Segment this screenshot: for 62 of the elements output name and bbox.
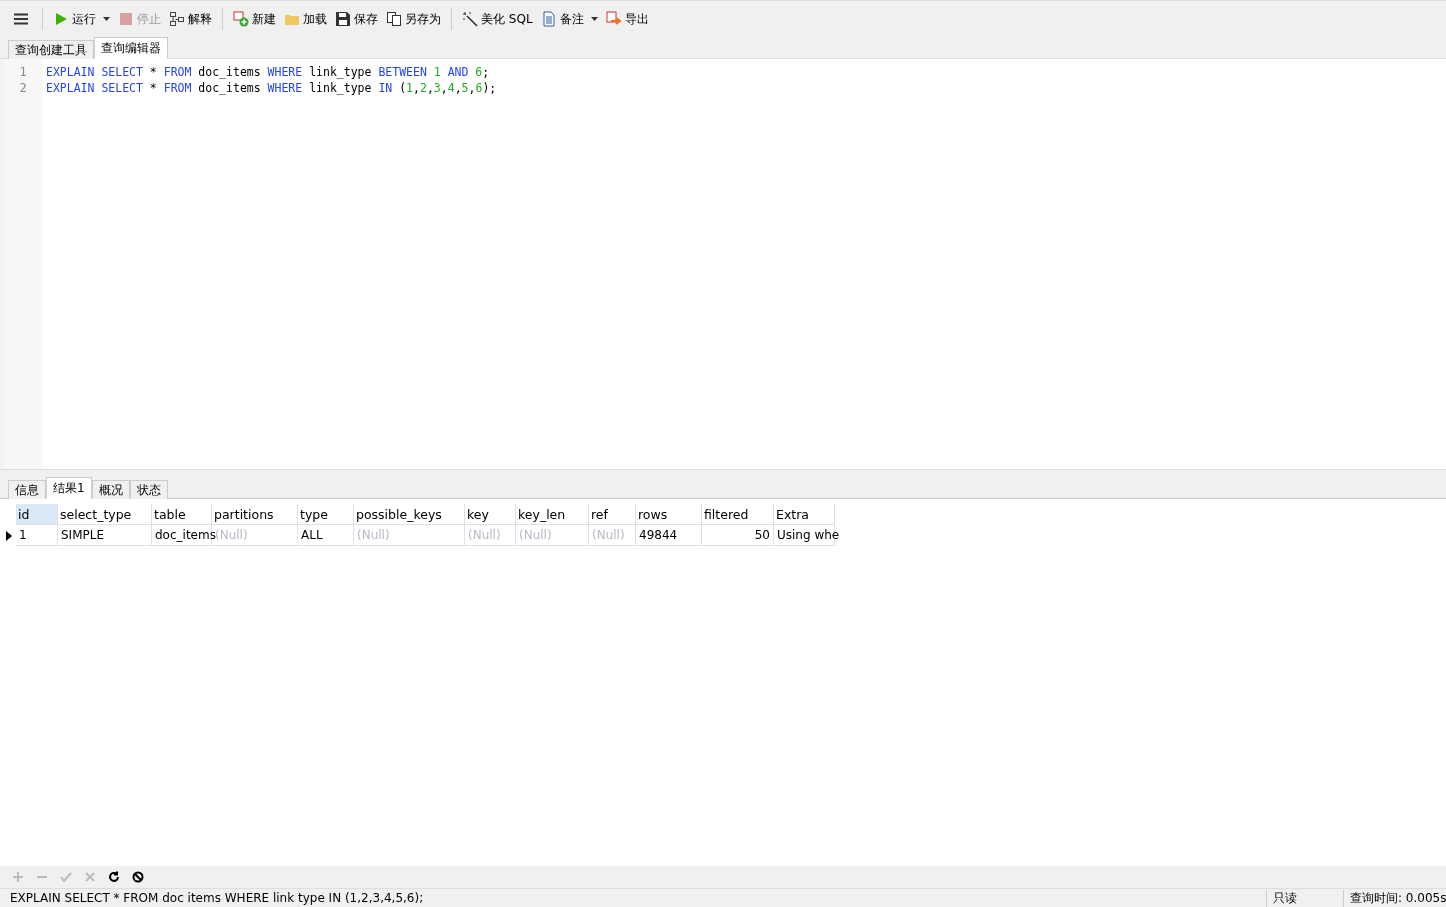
play-icon	[53, 11, 69, 27]
column-header[interactable]: partitions	[212, 504, 298, 525]
grid-button[interactable]	[106, 869, 122, 885]
toolbar-button[interactable]: 加载	[280, 8, 331, 30]
column-header[interactable]: ref	[589, 504, 636, 525]
toolbar-button[interactable]: 导出	[601, 8, 653, 30]
column-header[interactable]: key_len	[516, 504, 589, 525]
stop-icon	[118, 11, 134, 27]
refresh-icon	[108, 871, 120, 883]
status-time: 查询时间: 0.005s	[1343, 889, 1446, 907]
editor-tab[interactable]: 查询创建工具	[8, 40, 94, 59]
toolbar-button[interactable]: 新建	[229, 8, 280, 30]
result-tab[interactable]: 结果1	[46, 477, 92, 499]
export-icon	[605, 11, 622, 27]
table-cell: (Null)	[465, 525, 516, 546]
line-number: 1	[18, 65, 28, 81]
column-header[interactable]: table	[152, 504, 212, 525]
column-header[interactable]: rows	[636, 504, 702, 525]
toolbar-button[interactable]: 解释	[165, 8, 216, 30]
table-cell: (Null)	[516, 525, 589, 546]
table-cell: (Null)	[354, 525, 465, 546]
table-cell: 50	[702, 525, 774, 546]
table-cell: ALL	[298, 525, 354, 546]
diagram-icon	[169, 11, 185, 27]
result-tab[interactable]: 概况	[91, 480, 130, 499]
table-cell: 1	[16, 525, 58, 546]
toolbar-button[interactable]: 运行	[49, 8, 114, 30]
column-header[interactable]: possible_keys	[354, 504, 465, 525]
magic-wand-icon	[462, 11, 478, 27]
table-cell: (Null)	[589, 525, 636, 546]
check-icon	[60, 871, 72, 883]
toolbar-button[interactable]: 另存为	[382, 8, 445, 30]
editor-tab[interactable]: 查询编辑器	[94, 37, 168, 59]
toolbar-button[interactable]: 保存	[331, 8, 382, 30]
copy-icon	[386, 11, 402, 27]
document-icon	[540, 11, 557, 27]
table-cell: 49844	[636, 525, 702, 546]
code-line: EXPLAIN SELECT * FROM doc_items WHERE link_type BETWEEN 1 AND 6;	[46, 65, 491, 81]
table-cell: SIMPLE	[58, 525, 152, 546]
stop-icon	[132, 871, 144, 883]
grid-button[interactable]	[130, 869, 146, 885]
result-tab[interactable]: 信息	[8, 480, 46, 499]
close-icon	[84, 871, 96, 883]
column-header[interactable]: Extra	[774, 504, 835, 525]
code-line: EXPLAIN SELECT * FROM doc_items WHERE link_type IN (1,2,3,4,5,6);	[46, 81, 497, 97]
plus-icon	[12, 871, 24, 883]
result-tab[interactable]: 状态	[129, 480, 168, 499]
column-header[interactable]: filtered	[702, 504, 774, 525]
table-plus-icon	[233, 11, 249, 27]
column-header[interactable]: type	[298, 504, 354, 525]
column-header[interactable]: key	[465, 504, 516, 525]
menu-icon	[14, 13, 28, 25]
column-header[interactable]: id	[16, 504, 58, 525]
line-number: 2	[18, 81, 28, 97]
column-header[interactable]: select_type	[58, 504, 152, 525]
caret-icon	[590, 17, 598, 21]
toolbar-button[interactable]: 备注	[536, 8, 602, 30]
save-icon	[335, 11, 351, 27]
status-query: EXPLAIN SELECT * FROM doc items WHERE link type IN (1,2,3,4,5,6);	[9, 891, 425, 905]
status-mode: 只读	[1266, 889, 1343, 907]
caret-icon	[103, 17, 110, 21]
toolbar-button[interactable]: 美化 SQL	[458, 8, 537, 30]
